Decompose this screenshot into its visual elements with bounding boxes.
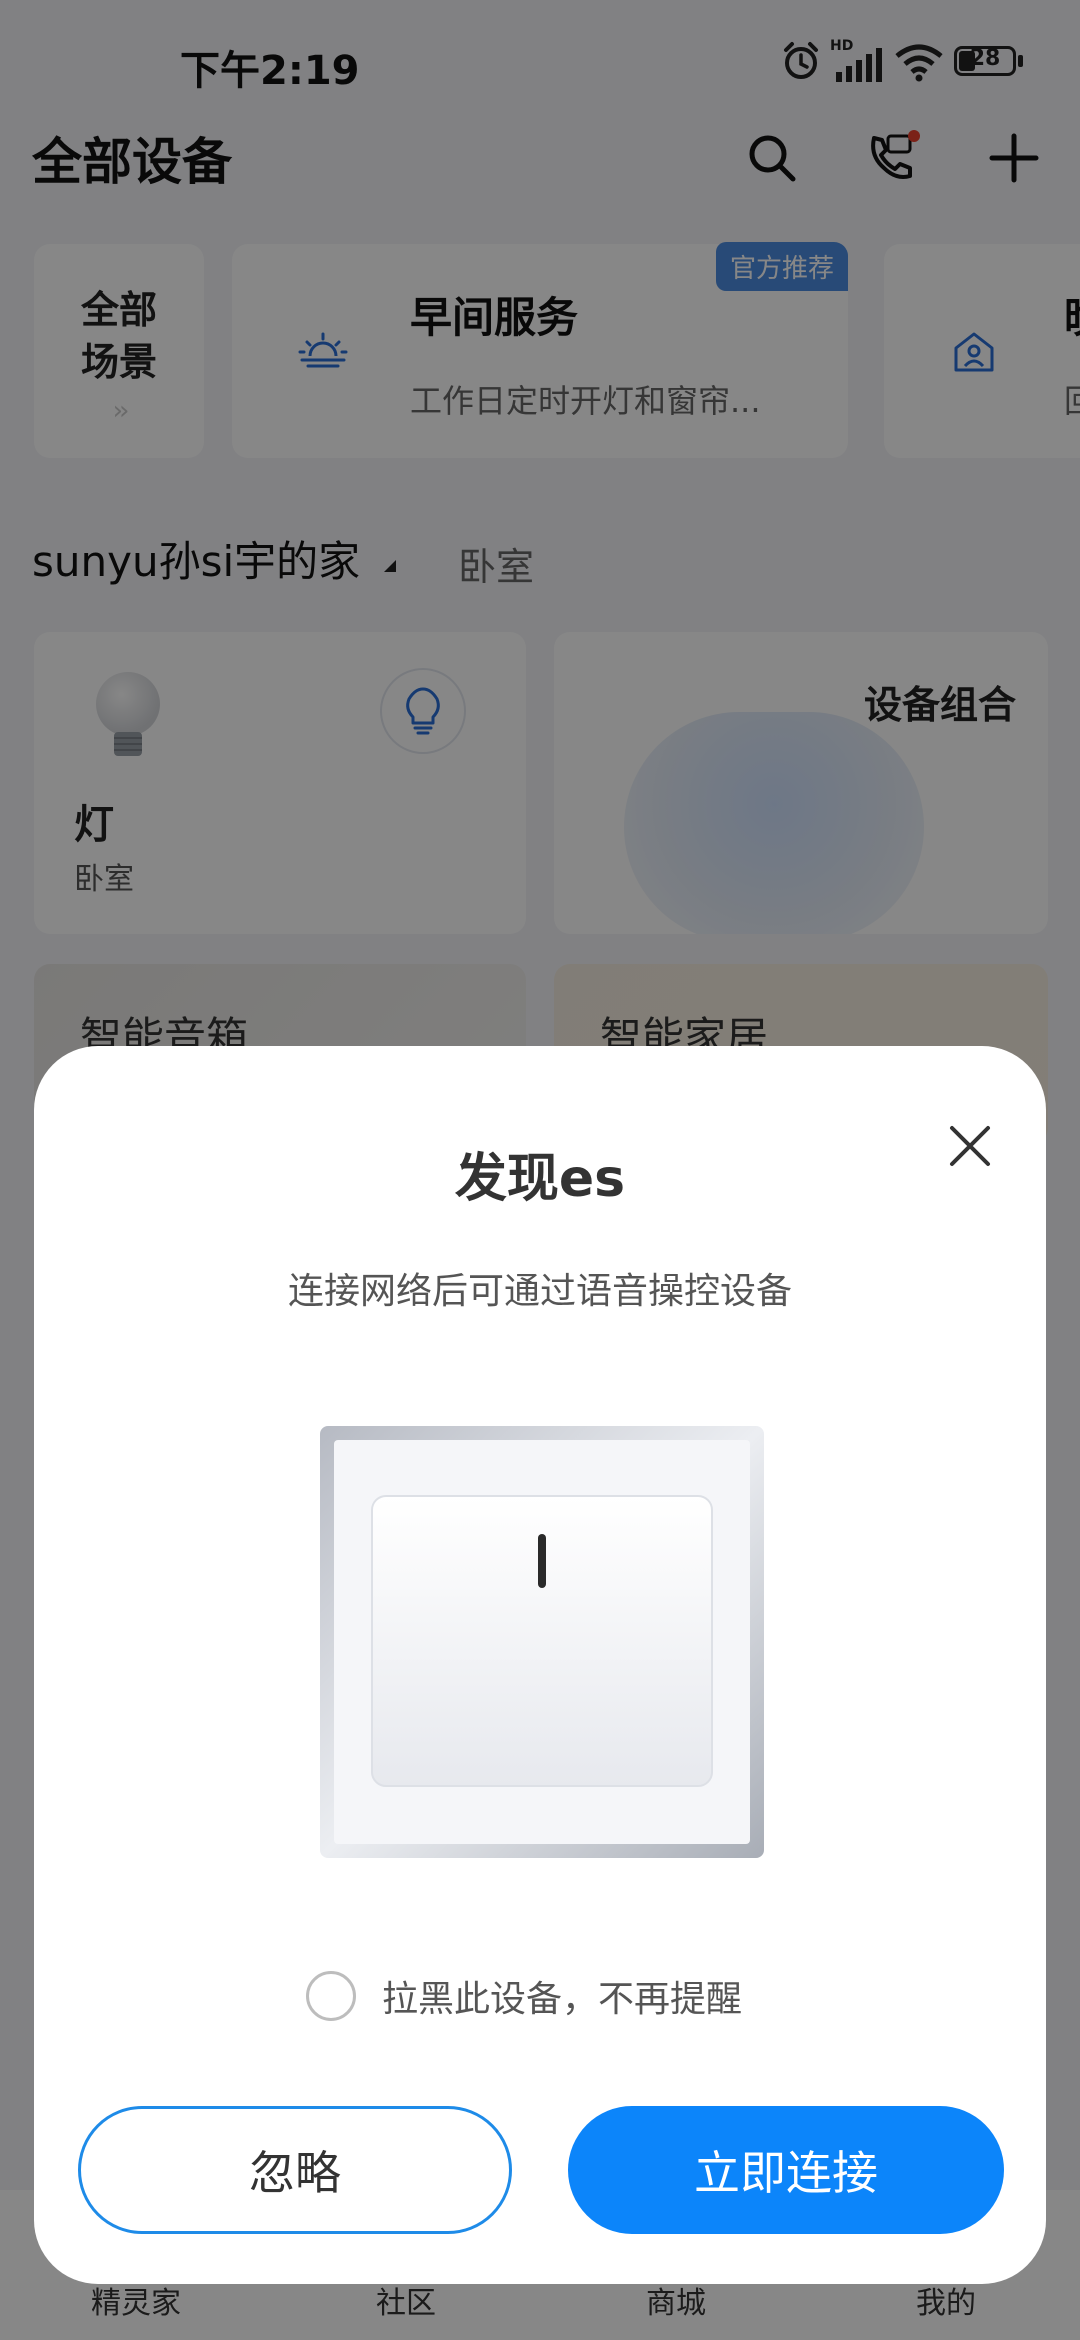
ignore-button[interactable]: 忽略 xyxy=(78,2106,512,2234)
close-icon xyxy=(950,1126,990,1166)
device-discovery-dialog: 发现es 连接网络后可通过语音操控设备 拉黑此设备，不再提醒 忽略 立即连接 xyxy=(34,1046,1046,2284)
connect-now-button[interactable]: 立即连接 xyxy=(568,2106,1004,2234)
close-button[interactable] xyxy=(934,1110,1006,1182)
dialog-subtitle: 连接网络后可通过语音操控设备 xyxy=(287,1271,792,1312)
wall-switch-image xyxy=(320,1426,764,1858)
blacklist-option[interactable]: 拉黑此设备，不再提醒 xyxy=(306,1970,742,2022)
blacklist-checkbox[interactable] xyxy=(306,1971,356,2021)
dialog-title: 发现es xyxy=(454,1149,626,1209)
blacklist-label: 拉黑此设备，不再提醒 xyxy=(382,1979,743,2020)
